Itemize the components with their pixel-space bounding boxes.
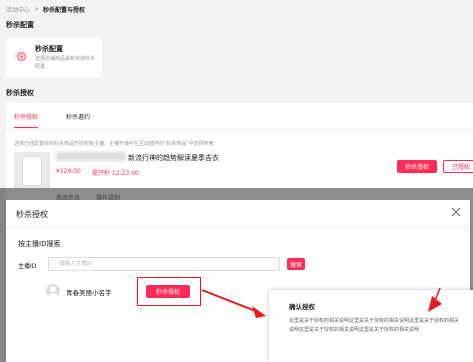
close-icon[interactable]	[450, 206, 462, 218]
modal-title: 秒杀授权	[16, 210, 48, 219]
blurred-product-text	[56, 152, 126, 161]
search-by-id-title: 按主播ID搜索	[18, 240, 61, 248]
confirm-title: 确认授权	[289, 303, 315, 311]
product-price: ¥120.00	[56, 168, 81, 175]
confirm-auth-popup: 确认授权 这里是关于授权的相关说明这里是关于授权的相关说明这里是关于授权的相关说…	[269, 290, 473, 362]
anchor-id-label: 主播ID	[18, 263, 37, 270]
config-card-title: 秒杀配置	[35, 45, 63, 53]
auth-section-title: 秒杀授权	[6, 89, 34, 97]
auth-tabs: 秒杀授权 秒杀邀约	[14, 112, 90, 128]
breadcrumb-current: 秒杀配置与授权	[43, 6, 86, 14]
highlight-box	[137, 277, 201, 306]
authorized-button[interactable]: 已授权	[443, 160, 473, 173]
tab-seckill-invite[interactable]: 秒杀邀约	[66, 112, 90, 128]
confirm-body: 这里是关于授权的相关说明这里是关于授权的相关说明这里是关于授权的相关说明这里是关…	[289, 318, 460, 333]
shirt-image	[22, 156, 42, 186]
tab-divider	[6, 129, 473, 130]
breadcrumb-separator: >	[34, 5, 40, 13]
search-button[interactable]: 搜索	[287, 258, 305, 270]
config-section-title: 秒杀配置	[6, 21, 34, 29]
avatar	[46, 284, 60, 298]
lightning-icon	[14, 49, 28, 63]
config-card-desc: 选择店铺商品最新完成秒杀配置	[35, 56, 96, 70]
product-time: 提开秒 12:23:00	[92, 170, 139, 177]
anchor-name: 青春美丽小名字	[66, 289, 112, 297]
breadcrumb: 活动中心 > 秒杀配置与授权	[6, 4, 85, 14]
modal-divider	[6, 227, 470, 228]
seckill-config-card[interactable]: 秒杀配置 选择店铺商品最新完成秒杀配置	[6, 38, 102, 78]
anchor-id-input[interactable]	[48, 257, 280, 271]
auth-hint-text: 选择已经配置好的秒杀商品开授权给主播，主播开播可在互动插件的"秒杀商品"中选择搜…	[14, 141, 214, 147]
product-thumbnail	[14, 152, 50, 188]
product-title: 新流行神的趋势解读夏季吉衣	[128, 154, 219, 162]
tab-seckill-auth[interactable]: 秒杀授权	[14, 112, 39, 128]
seckill-auth-button[interactable]: 秒杀授权	[397, 160, 437, 173]
breadcrumb-parent[interactable]: 活动中心	[6, 5, 30, 14]
